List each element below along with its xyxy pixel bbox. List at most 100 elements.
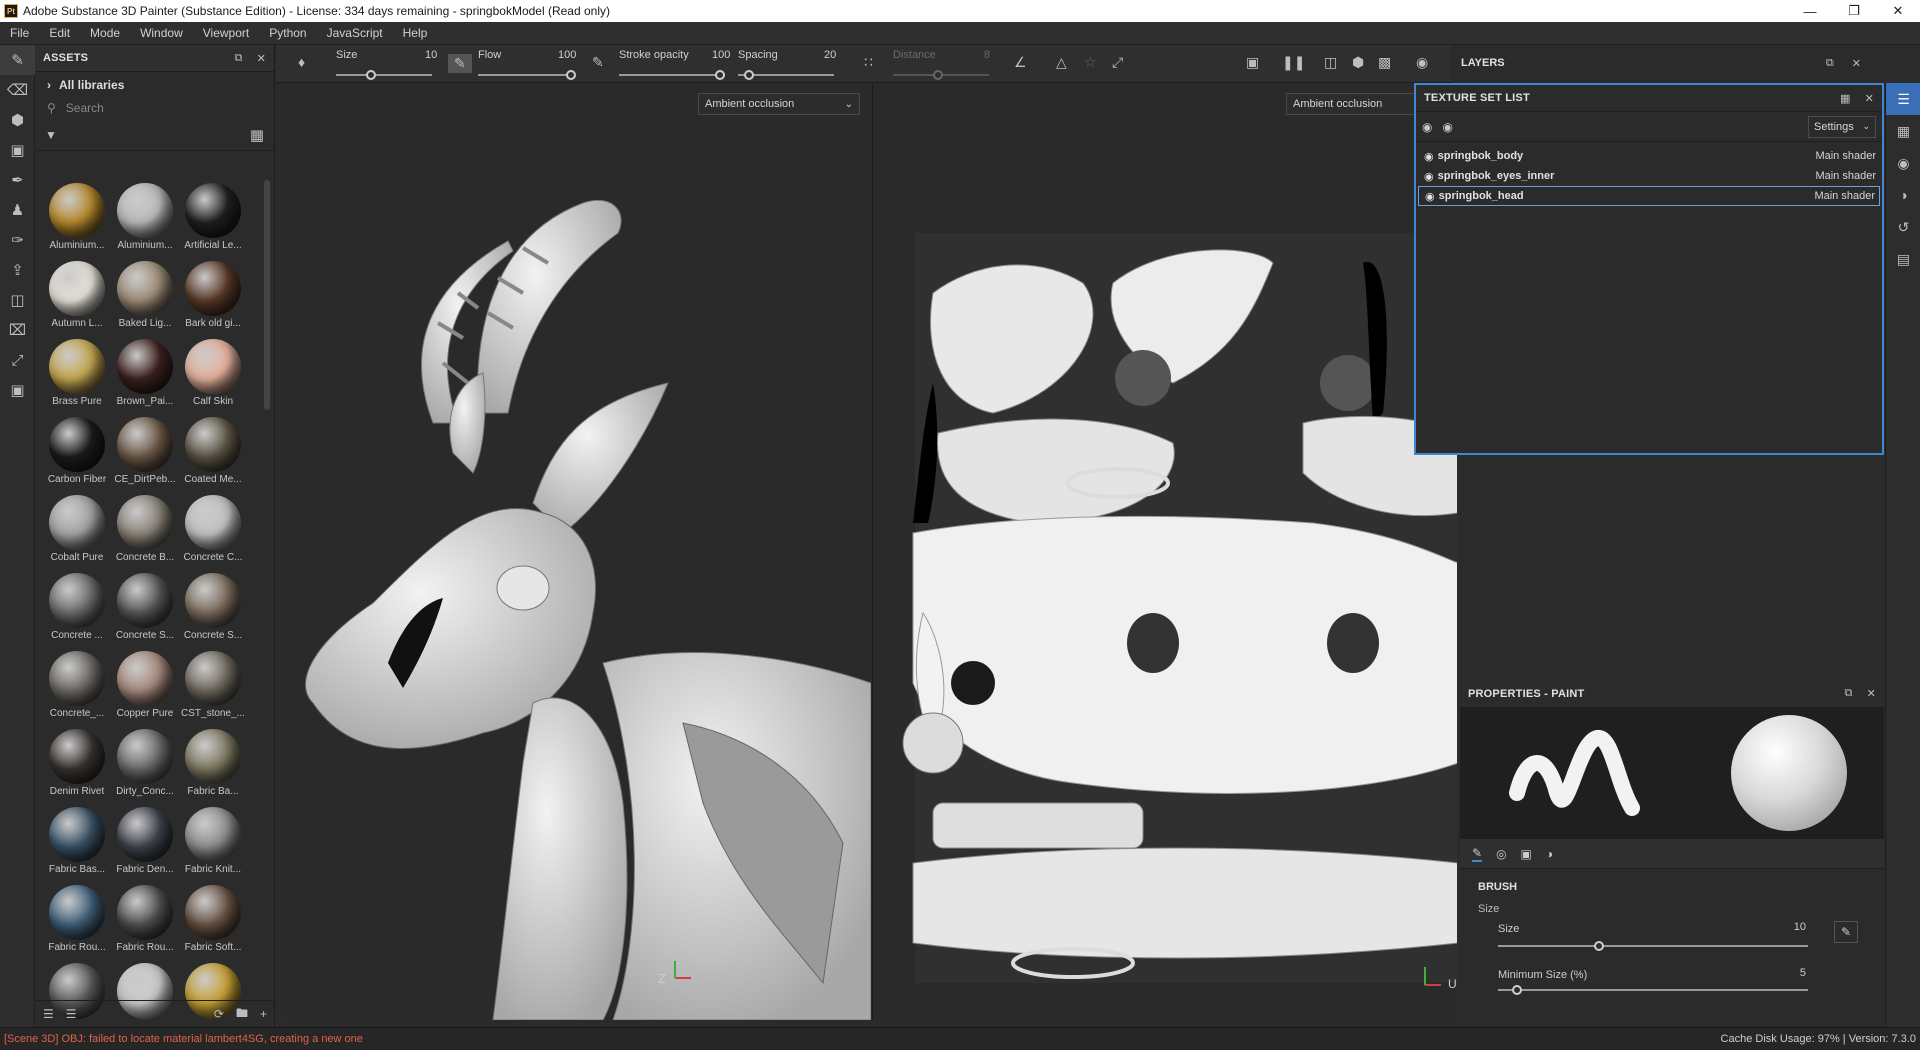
measure-icon[interactable]: ⌧ [0,315,35,345]
material-thumbnail[interactable]: Fabric Knit... [179,807,247,875]
material-thumbnail[interactable]: Concrete ... [43,573,111,641]
min-size-value[interactable]: 5 [1800,967,1806,979]
lazy-mouse-icon[interactable]: ∷ [864,54,873,71]
stencil-tab-icon[interactable]: ◑ [1546,847,1553,861]
material-thumbnail[interactable]: Brown_Pai... [111,339,179,407]
bake-icon[interactable]: ⇪ [0,255,35,285]
shader-name[interactable]: Main shader [1815,170,1876,182]
assets-scrollbar[interactable] [264,180,270,410]
menu-python[interactable]: Python [259,26,316,40]
tsl-undock-icon[interactable]: ▦ [1840,92,1851,105]
distance-slider[interactable] [893,70,989,80]
props-undock-icon[interactable]: ⧉ [1845,687,1853,700]
props-close-icon[interactable]: ✕ [1867,687,1876,700]
camera-view-icon[interactable]: ▩ [1378,54,1391,71]
material-thumbnail[interactable]: Fabric Rou... [111,885,179,953]
projection-icon[interactable]: ⬢ [0,105,35,135]
material-thumbnail[interactable]: Aluminium... [43,183,111,251]
brush-tab-icon[interactable]: ✎ [1472,846,1483,862]
viewport-3d[interactable]: Ambient occlusion ⌄ Z [283,83,871,1020]
flow-pressure-icon[interactable]: ✎ [592,54,604,71]
texture-set-row[interactable]: ◉ springbok_eyes_inner Main shader [1418,166,1880,186]
texture-set-row-selected[interactable]: ◉ springbok_head Main shader [1418,186,1880,206]
material-thumbnail[interactable]: Fabric Rou... [43,885,111,953]
material-thumbnail[interactable]: Concrete C... [179,495,247,563]
shader-settings-icon[interactable]: ◑ [1886,179,1920,211]
filter-icon[interactable]: ▼ [45,128,57,142]
menu-edit[interactable]: Edit [39,26,80,40]
color-picker-icon[interactable]: ✑ [0,225,35,255]
material-thumbnail[interactable]: Fabric Den... [111,807,179,875]
add-icon[interactable]: + [260,1007,267,1021]
maximize-icon[interactable]: ❐ [1832,0,1876,22]
material-thumbnail[interactable]: Fabric Ba... [179,729,247,797]
menu-file[interactable]: File [0,26,39,40]
material-thumbnail[interactable]: Denim Rivet [43,729,111,797]
list-detail-icon[interactable]: ☰ [66,1007,77,1021]
settings-dropdown[interactable]: Settings ⌄ [1808,115,1876,138]
material-thumbnail[interactable]: Autumn L... [43,261,111,329]
eraser-icon[interactable]: ⌫ [0,75,35,105]
history-icon[interactable]: ↺ [1886,211,1920,243]
close-window-icon[interactable]: ✕ [1876,0,1920,22]
eye-icon[interactable]: ◉ [1424,150,1434,163]
visibility-icon[interactable]: ◉ [1442,120,1452,134]
close-panel-icon[interactable]: ✕ [257,52,266,65]
flow-slider[interactable] [478,70,576,80]
material-thumbnail[interactable]: Aluminium... [111,183,179,251]
pen-pressure-icon[interactable]: ✎ [1833,921,1858,943]
viewport-2d-mode-dropdown[interactable]: Ambient occlusion [1286,93,1426,115]
display-settings-tab-icon[interactable]: ◉ [1886,147,1920,179]
size-property-value[interactable]: 10 [1794,921,1806,933]
material-thumbnail[interactable]: Cobalt Pure [43,495,111,563]
screenshot-camera-icon[interactable]: ◉ [1416,54,1428,71]
menu-mode[interactable]: Mode [80,26,130,40]
spacing-slider[interactable] [738,70,834,80]
eye-icon[interactable]: ◉ [1424,170,1434,183]
material-thumbnail[interactable]: Concrete_... [43,651,111,719]
layers-undock-icon[interactable]: ⧉ [1826,57,1834,70]
folder-icon[interactable]: 🖿 [236,1004,248,1025]
screenshot-icon[interactable]: ▣ [0,375,35,405]
material-tab-icon[interactable]: ◎ [1496,847,1506,861]
material-picker-icon[interactable]: ◫ [0,285,35,315]
stroke-opacity-slider[interactable] [619,70,725,80]
material-thumbnail[interactable]: Dirty_Conc... [111,729,179,797]
minimize-icon[interactable]: — [1788,0,1832,22]
texture-set-settings-icon[interactable]: ▦ [1886,115,1920,147]
size-slider[interactable] [336,70,432,80]
material-thumbnail[interactable]: Concrete B... [111,495,179,563]
line-angle-icon[interactable]: ∠ [1014,54,1027,71]
shader-name[interactable]: Main shader [1815,150,1876,162]
material-thumbnail[interactable]: Brass Pure [43,339,111,407]
cube-view-icon[interactable]: ⬢ [1352,54,1364,71]
pause-icon[interactable]: ❚❚ [1282,54,1305,71]
material-thumbnail[interactable]: Concrete S... [179,573,247,641]
menu-javascript[interactable]: JavaScript [317,26,393,40]
material-thumbnail[interactable]: Calf Skin [179,339,247,407]
material-thumbnail[interactable]: Coated Me... [179,417,247,485]
refresh-icon[interactable]: ⟳ [214,1007,224,1021]
solo-visibility-icon[interactable]: ◉ [1422,120,1432,134]
material-thumbnail[interactable]: Baked Lig... [111,261,179,329]
status-error-message[interactable]: [Scene 3D] OBJ: failed to locate materia… [4,1033,363,1045]
library-selector[interactable]: › All libraries [35,72,274,97]
material-thumbnail[interactable]: Carbon Fiber [43,417,111,485]
material-thumbnail[interactable]: Artificial Le... [179,183,247,251]
material-thumbnail[interactable]: Concrete S... [111,573,179,641]
grid-view-icon[interactable]: ▦ [250,126,264,144]
display-settings-icon[interactable]: ▣ [1246,54,1259,71]
paint-brush-icon[interactable]: ✎ [0,45,35,75]
brush-preset-icon[interactable]: ♦ [298,54,305,70]
min-size-slider[interactable] [1498,985,1808,995]
layers-close-icon[interactable]: ✕ [1852,57,1861,70]
smudge-icon[interactable]: ✒ [0,165,35,195]
list-view-icon[interactable]: ☰ [43,1007,54,1021]
material-thumbnail[interactable]: Bark old gi... [179,261,247,329]
clone-stamp-icon[interactable]: ♟ [0,195,35,225]
log-icon[interactable]: ▤ [1886,243,1920,275]
size-property-slider[interactable] [1498,941,1808,951]
transform-icon[interactable]: ⤢ [0,345,35,375]
align-icon[interactable]: ⤢ [1112,54,1123,71]
tsl-close-icon[interactable]: ✕ [1865,92,1874,105]
